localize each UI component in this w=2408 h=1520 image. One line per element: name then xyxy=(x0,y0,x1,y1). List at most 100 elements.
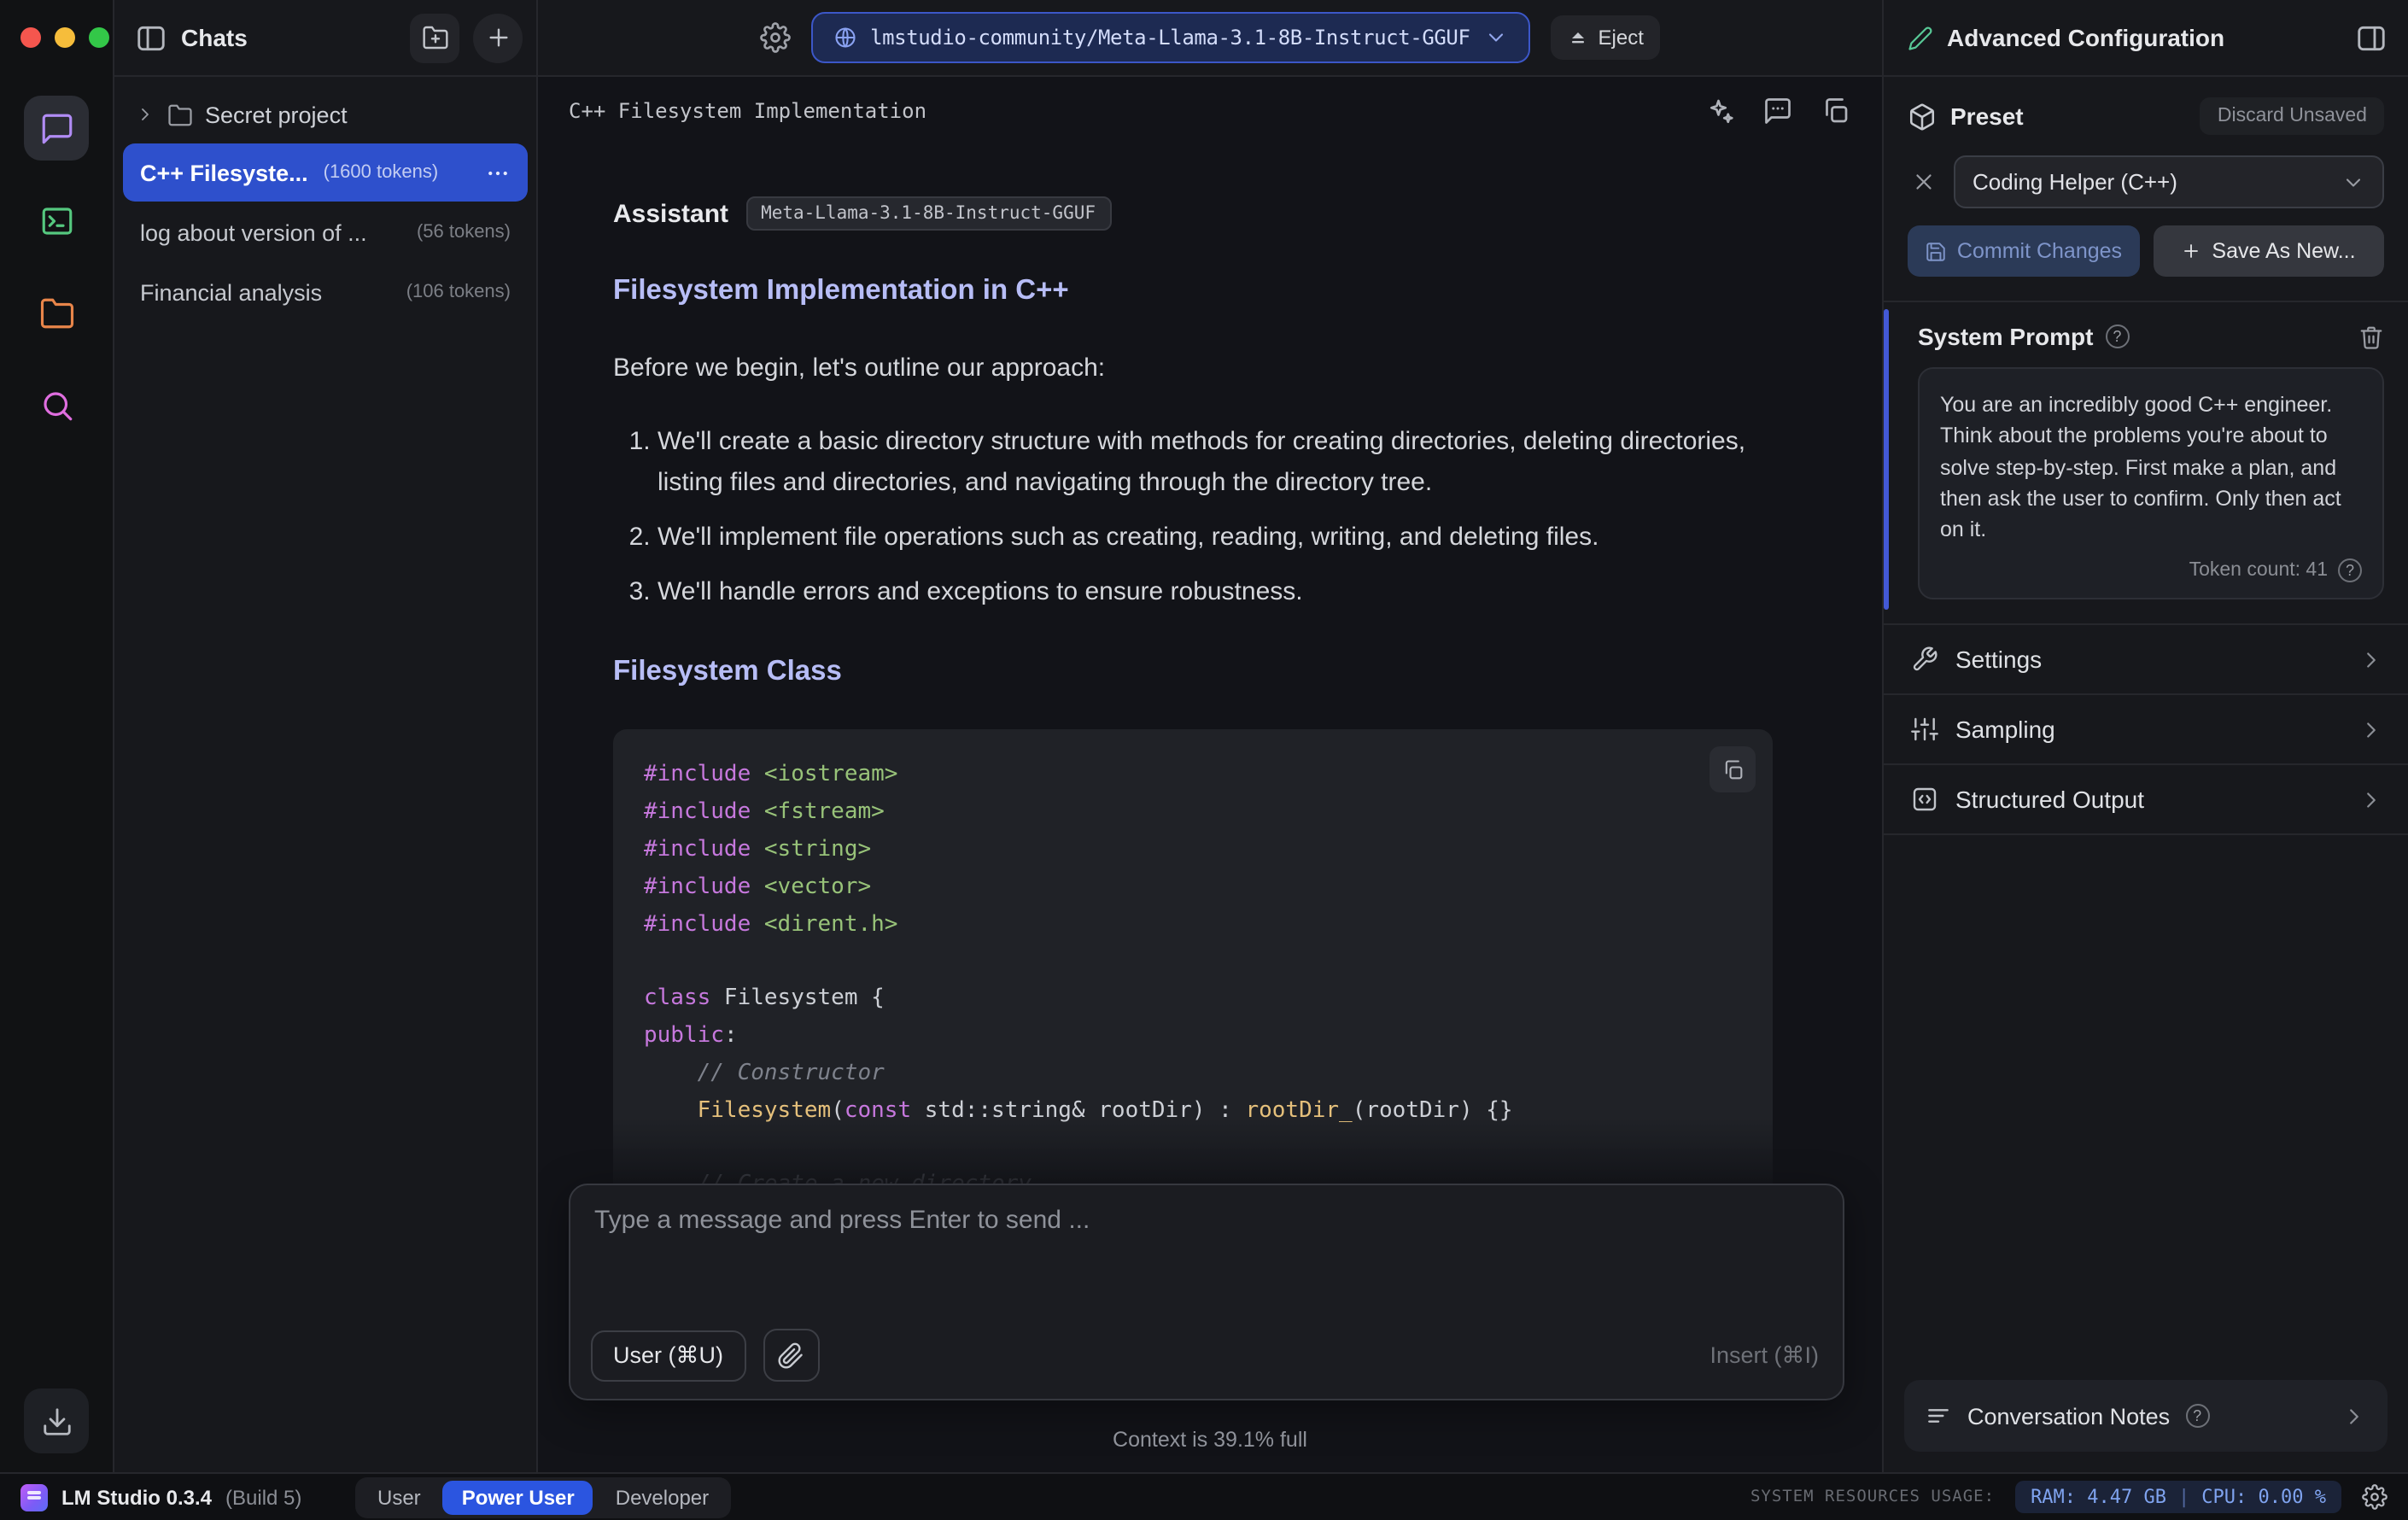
section-settings[interactable]: Settings xyxy=(1884,626,2408,696)
prompt-wand-button[interactable] xyxy=(1704,96,1735,126)
insert-button[interactable]: Insert (⌘I) xyxy=(1710,1342,1819,1369)
chevron-down-icon xyxy=(1488,33,1503,42)
chat-bubble-icon xyxy=(41,113,72,143)
gear-icon xyxy=(2362,1484,2388,1510)
ram-usage: RAM: 4.47 GB xyxy=(2031,1486,2167,1508)
model-bar: lmstudio-community/Meta-Llama-3.1-8B-Ins… xyxy=(538,0,1882,75)
minimize-window-button[interactable] xyxy=(55,27,75,48)
paperclip-icon xyxy=(778,1342,803,1368)
chat-item-financial-analysis[interactable]: Financial analysis (106 tokens) xyxy=(123,263,528,321)
nav-discover-button[interactable] xyxy=(24,372,89,437)
message-input[interactable] xyxy=(594,1206,1819,1305)
discard-unsaved-button[interactable]: Discard Unsaved xyxy=(2200,97,2384,135)
clear-preset-button[interactable] xyxy=(1911,169,1937,195)
help-icon[interactable]: ? xyxy=(2185,1404,2210,1428)
toggle-sidebar-button[interactable] xyxy=(135,21,167,54)
message-list-item: We'll implement file operations such as … xyxy=(658,517,1773,558)
model-selector[interactable]: lmstudio-community/Meta-Llama-3.1-8B-Ins… xyxy=(810,12,1530,63)
resources-usage: RAM: 4.47 GB | CPU: 0.00 % xyxy=(2015,1481,2341,1513)
nav-my-models-button[interactable] xyxy=(24,280,89,345)
save-icon xyxy=(1926,242,1945,260)
model-settings-button[interactable] xyxy=(759,22,790,53)
system-prompt-text: You are an incredibly good C++ engineer.… xyxy=(1940,393,2341,541)
structured-output-icon xyxy=(1913,788,1937,811)
chevron-down-icon xyxy=(2346,178,2361,186)
code-content: #include <iostream> #include <fstream> #in… xyxy=(644,762,1513,1236)
message-composer: User (⌘U) Insert (⌘I) xyxy=(569,1184,1844,1400)
user-mode-toggle: User Power User Developer xyxy=(355,1476,732,1517)
copy-icon xyxy=(1724,759,1742,779)
chevron-right-icon xyxy=(2367,792,2376,808)
message-intro: Before we begin, let's outline our appro… xyxy=(613,354,1106,383)
top-bar: Chats lmstudio-community/Meta-Llama-3.1-… xyxy=(114,0,2408,77)
help-icon[interactable]: ? xyxy=(2338,558,2362,583)
pencil-icon xyxy=(1908,26,1932,50)
new-chat-button[interactable] xyxy=(473,13,523,62)
gear-icon xyxy=(759,22,790,53)
message-model-badge: Meta-Llama-3.1-8B-Instruct-GGUF xyxy=(745,196,1111,231)
mode-developer[interactable]: Developer xyxy=(597,1480,728,1514)
role-toggle-button[interactable]: User (⌘U) xyxy=(591,1330,745,1381)
downloads-button[interactable] xyxy=(24,1388,89,1453)
sidebar-folder-secret-project[interactable]: Secret project xyxy=(114,87,536,142)
conversation-notes-button[interactable]: Conversation Notes ? xyxy=(1904,1380,2388,1452)
ellipsis-icon xyxy=(488,170,507,175)
chats-title: Chats xyxy=(181,24,248,51)
eject-model-button[interactable]: Eject xyxy=(1550,15,1661,60)
zoom-window-button[interactable] xyxy=(89,27,109,48)
help-icon[interactable]: ? xyxy=(2105,324,2130,348)
chat-more-button[interactable] xyxy=(485,160,511,185)
status-bar: LM Studio 0.3.4 (Build 5) User Power Use… xyxy=(0,1472,2408,1520)
app-version: LM Studio 0.3.4 xyxy=(61,1485,213,1509)
window-controls xyxy=(20,27,109,48)
folder-plus-icon xyxy=(422,26,447,50)
sidebar-header: Chats xyxy=(114,0,538,75)
resources-label: SYSTEM RESOURCES USAGE: xyxy=(1750,1488,1996,1506)
toggle-right-panel-button[interactable] xyxy=(2355,21,2388,54)
mode-user[interactable]: User xyxy=(359,1480,440,1514)
chevron-right-icon xyxy=(2367,722,2376,738)
message-list-item: We'll create a basic directory structure… xyxy=(658,423,1773,502)
nav-chats-button[interactable] xyxy=(24,96,89,161)
chat-item-log-version[interactable]: log about version of ... (56 tokens) xyxy=(123,203,528,261)
message-role-label: Assistant xyxy=(613,199,729,228)
message-heading-2: Filesystem Class xyxy=(613,656,842,687)
wrench-icon xyxy=(1913,647,1938,671)
section-structured-output[interactable]: Structured Output xyxy=(1884,766,2408,836)
token-count: Token count: 41 xyxy=(2189,560,2328,582)
app-build: (Build 5) xyxy=(225,1485,302,1509)
clear-system-prompt-button[interactable] xyxy=(2358,324,2384,349)
new-folder-button[interactable] xyxy=(410,13,459,62)
commit-changes-button[interactable]: Commit Changes xyxy=(1908,225,2139,277)
context-usage-status: Context is 39.1% full xyxy=(1113,1428,1307,1452)
model-name: lmstudio-community/Meta-Llama-3.1-8B-Ins… xyxy=(870,26,1470,50)
chat-bubble-settings-icon xyxy=(1765,98,1791,124)
advanced-config-title: Advanced Configuration xyxy=(1947,24,2225,51)
system-prompt-editor[interactable]: You are an incredibly good C++ engineer.… xyxy=(1918,367,2384,600)
cpu-usage: CPU: 0.00 % xyxy=(2201,1486,2326,1508)
preset-label: Preset xyxy=(1950,102,2024,130)
folder-icon xyxy=(168,103,192,126)
right-panel-header: Advanced Configuration xyxy=(1882,0,2408,75)
chevron-right-icon xyxy=(2350,1408,2358,1424)
chat-item-cpp-filesystem[interactable]: C++ Filesyste... (1600 tokens) xyxy=(123,143,528,202)
chat-main: C++ Filesystem Implementation Assistant … xyxy=(538,77,1882,1472)
eject-icon xyxy=(1571,32,1584,44)
settings-button[interactable] xyxy=(2362,1484,2388,1510)
section-sampling[interactable]: Sampling xyxy=(1884,696,2408,766)
preset-box-icon xyxy=(1909,102,1935,130)
panel-right-icon xyxy=(2358,25,2385,50)
attach-file-button[interactable] xyxy=(763,1329,819,1382)
nav-developer-button[interactable] xyxy=(24,188,89,253)
duplicate-chat-button[interactable] xyxy=(1821,96,1851,126)
left-rail xyxy=(0,0,114,1472)
save-as-new-button[interactable]: Save As New... xyxy=(2153,225,2384,277)
mode-power-user[interactable]: Power User xyxy=(442,1480,593,1514)
chat-settings-button[interactable] xyxy=(1762,96,1793,126)
sliders-icon xyxy=(1911,718,1938,741)
copy-code-button[interactable] xyxy=(1710,746,1756,793)
preset-select[interactable]: Coding Helper (C++) xyxy=(1954,155,2384,208)
system-prompt-section: System Prompt ? You are an incredibly go… xyxy=(1884,302,2408,624)
message-heading-1: Filesystem Implementation in C++ xyxy=(613,275,1069,306)
close-window-button[interactable] xyxy=(20,27,41,48)
